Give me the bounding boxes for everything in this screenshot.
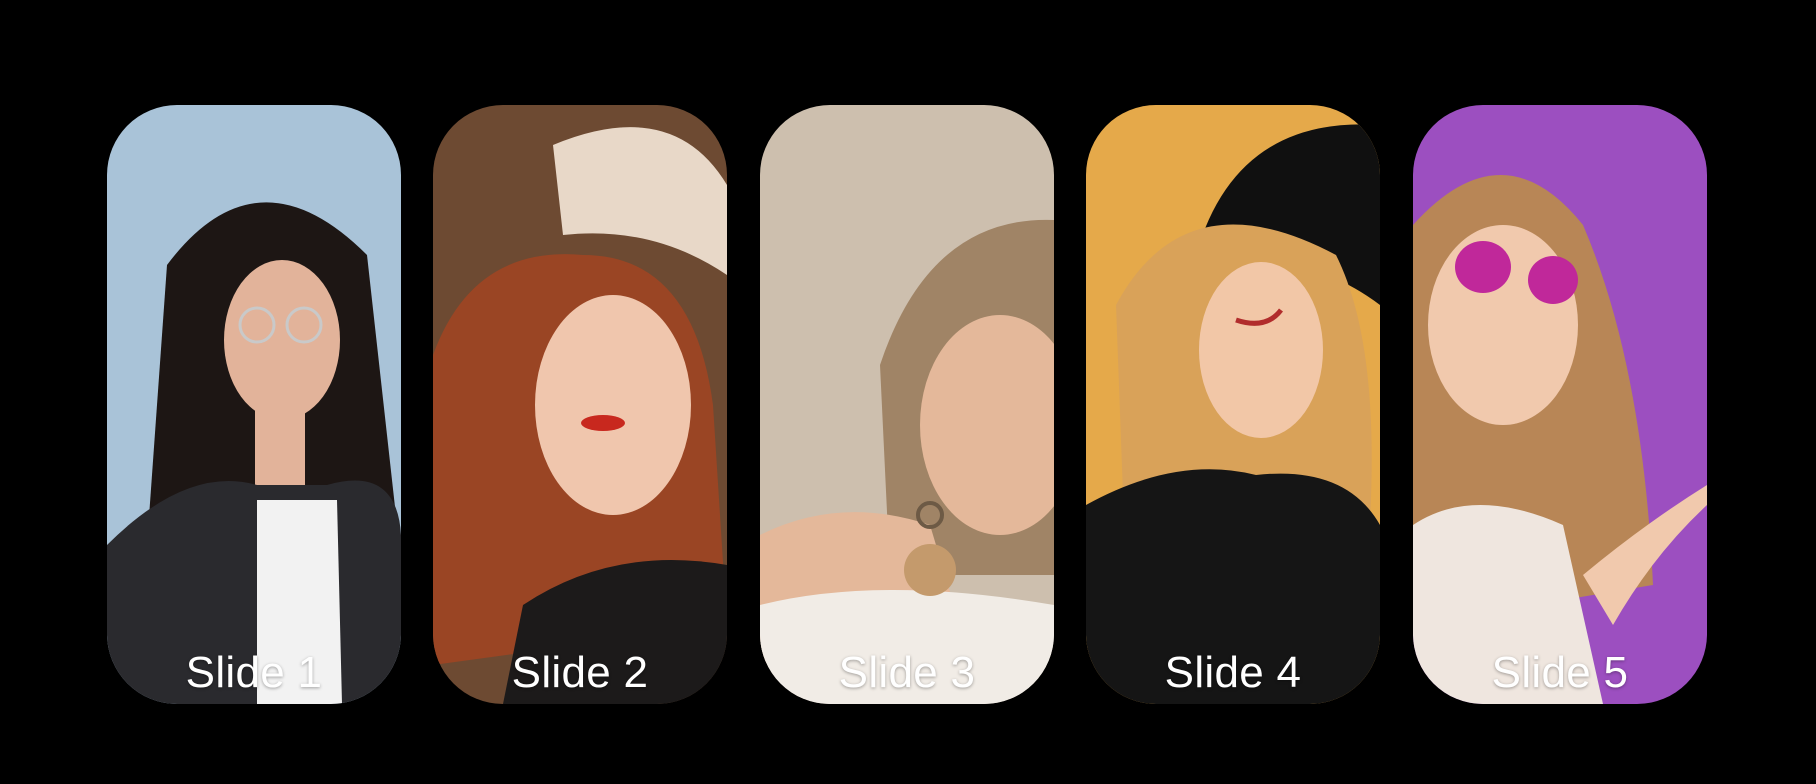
slide-2-label: Slide 2 xyxy=(511,648,649,697)
slide-3-card[interactable]: Slide 3 xyxy=(760,105,1054,704)
slide-1-card[interactable]: Slide 1 xyxy=(107,105,401,704)
slide-2-card[interactable]: Slide 2 xyxy=(433,105,727,704)
slide-carousel: Slide 1 Slide 2 Slide 3 Slide 4 Slide 5 xyxy=(0,0,1816,784)
slide-4-label: Slide 4 xyxy=(1164,648,1302,697)
slide-4-card[interactable]: Slide 4 xyxy=(1086,105,1380,704)
slide-5-card[interactable]: Slide 5 xyxy=(1413,105,1707,704)
slide-3-label: Slide 3 xyxy=(838,648,976,697)
slide-5-label: Slide 5 xyxy=(1491,648,1629,697)
slide-1-label: Slide 1 xyxy=(185,648,323,697)
